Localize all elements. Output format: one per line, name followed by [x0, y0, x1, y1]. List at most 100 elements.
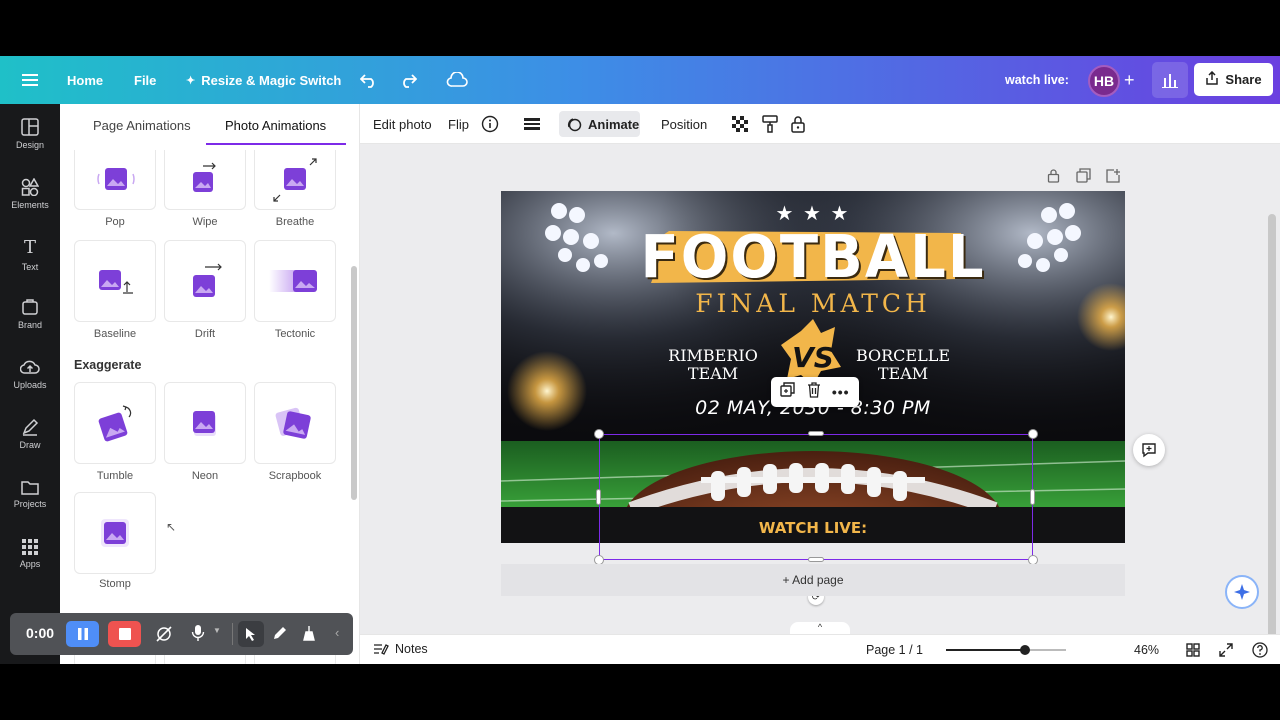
- undo-icon[interactable]: [360, 56, 378, 104]
- duplicate-page-icon[interactable]: [1076, 168, 1091, 188]
- file-menu[interactable]: File: [134, 56, 156, 104]
- anim-pop[interactable]: [74, 150, 156, 210]
- position-button[interactable]: Position: [661, 104, 707, 144]
- transparency-icon[interactable]: [732, 104, 748, 144]
- pointer-tool-button[interactable]: [238, 621, 264, 647]
- elements-icon: [21, 178, 39, 196]
- canva-editor: Home File ✦ Resize & Magic Switch watch …: [0, 56, 1280, 664]
- stop-button[interactable]: [108, 621, 141, 647]
- duplicate-element-icon[interactable]: [780, 381, 796, 403]
- rail-projects[interactable]: Projects: [0, 466, 60, 522]
- page-indicator[interactable]: Page 1 / 1: [866, 643, 923, 657]
- pop-animation-icon: [97, 167, 135, 190]
- eraser-tool-icon[interactable]: [302, 625, 318, 646]
- magic-assistant-icon[interactable]: [1225, 575, 1259, 609]
- versus-label: VS: [792, 341, 834, 374]
- anim-breathe[interactable]: [254, 150, 336, 210]
- zoom-slider-fill: [946, 649, 1025, 651]
- resize-handle-right[interactable]: [1030, 489, 1035, 505]
- apps-icon: [22, 539, 38, 555]
- anim-breathe-label: Breathe: [275, 216, 315, 228]
- rail-apps-label: Apps: [19, 559, 41, 569]
- camera-off-icon[interactable]: [155, 625, 173, 648]
- mic-dropdown-icon[interactable]: ▼: [213, 626, 221, 635]
- home-button[interactable]: Home: [67, 56, 103, 104]
- rail-text[interactable]: T Text: [0, 226, 60, 282]
- add-page-icon[interactable]: [1106, 168, 1121, 188]
- avatar[interactable]: HB: [1088, 65, 1120, 97]
- cloud-saved-icon[interactable]: [446, 56, 468, 104]
- anim-tectonic[interactable]: [254, 240, 336, 322]
- rail-uploads[interactable]: Uploads: [0, 346, 60, 402]
- zoom-level[interactable]: 46%: [1134, 643, 1159, 657]
- resize-handle-top[interactable]: [808, 431, 824, 436]
- add-collaborator-icon[interactable]: +: [1124, 56, 1135, 104]
- add-comment-icon[interactable]: [1133, 434, 1165, 466]
- screen-recorder: 0:00 ▼ ‹: [10, 613, 353, 655]
- rail-brand[interactable]: Brand: [0, 286, 60, 342]
- animate-button[interactable]: [559, 111, 640, 137]
- context-toolbar: Edit photo Flip Animate Position: [360, 104, 1280, 144]
- anim-tumble[interactable]: [74, 382, 156, 464]
- resize-handle-tl[interactable]: [594, 429, 604, 439]
- rail-draw[interactable]: Draw: [0, 406, 60, 462]
- team-left-name: RIMBERIO: [668, 346, 758, 365]
- anim-drift[interactable]: [164, 240, 246, 322]
- anim-wipe[interactable]: [164, 150, 246, 210]
- show-pages-chevron-icon[interactable]: ^: [790, 622, 850, 634]
- anim-neon-label: Neon: [191, 470, 219, 482]
- insights-icon[interactable]: [1152, 62, 1188, 98]
- info-icon[interactable]: [481, 104, 499, 144]
- team-right-suffix: TEAM: [877, 364, 929, 383]
- pause-button[interactable]: [66, 621, 99, 647]
- notes-icon: [374, 644, 389, 655]
- anim-baseline[interactable]: [74, 240, 156, 322]
- anim-neon[interactable]: [164, 382, 246, 464]
- redo-icon[interactable]: [399, 56, 417, 104]
- stop-icon: [118, 628, 131, 640]
- notes-label: Notes: [395, 642, 428, 656]
- resize-handle-bottom[interactable]: [808, 557, 824, 562]
- wipe-animation-icon: [193, 162, 216, 192]
- share-button[interactable]: Share: [1194, 63, 1273, 96]
- microphone-icon[interactable]: [191, 624, 205, 647]
- rail-apps[interactable]: Apps: [0, 526, 60, 582]
- rail-design[interactable]: Design: [0, 106, 60, 162]
- lock-icon[interactable]: [790, 104, 806, 144]
- menu-icon[interactable]: [22, 56, 38, 104]
- anim-baseline-label: Baseline: [93, 328, 137, 340]
- design-title[interactable]: watch live:: [1005, 56, 1069, 104]
- fullscreen-icon[interactable]: [1219, 643, 1233, 660]
- flip-button[interactable]: Flip: [448, 104, 469, 144]
- border-style-icon[interactable]: [524, 104, 540, 144]
- copy-style-icon[interactable]: [762, 104, 778, 144]
- notes-button[interactable]: Notes: [373, 642, 428, 656]
- mouse-cursor-icon: ↖: [166, 520, 177, 534]
- pause-icon: [77, 628, 88, 640]
- anim-stomp[interactable]: [74, 492, 156, 574]
- bottom-bar: Notes Page 1 / 1 46%: [360, 634, 1280, 664]
- selected-image-outline[interactable]: [599, 434, 1033, 560]
- pen-tool-icon[interactable]: [272, 625, 288, 646]
- panel-scrollbar[interactable]: [351, 266, 357, 500]
- anim-scrapbook[interactable]: [254, 382, 336, 464]
- page-lock-icon[interactable]: [1047, 168, 1060, 188]
- resize-handle-left[interactable]: [596, 489, 601, 505]
- canvas-scrollbar[interactable]: [1268, 214, 1276, 638]
- rail-draw-label: Draw: [19, 440, 41, 450]
- resize-button[interactable]: ✦ Resize & Magic Switch: [186, 56, 341, 104]
- collapse-recorder-icon[interactable]: ‹: [335, 625, 339, 640]
- more-options-icon[interactable]: •••: [832, 384, 850, 400]
- rail-elements[interactable]: Elements: [0, 166, 60, 222]
- projects-icon: [21, 481, 39, 495]
- delete-element-icon[interactable]: [807, 381, 821, 403]
- grid-view-icon[interactable]: [1186, 643, 1200, 660]
- tab-photo-animations[interactable]: Photo Animations: [225, 118, 326, 133]
- zoom-slider-knob[interactable]: [1020, 645, 1030, 655]
- add-page-button[interactable]: + Add page: [501, 564, 1125, 596]
- edit-photo-button[interactable]: Edit photo: [373, 104, 432, 144]
- tab-page-animations[interactable]: Page Animations: [93, 118, 191, 133]
- resize-handle-tr[interactable]: [1028, 429, 1038, 439]
- zoom-slider[interactable]: [946, 645, 1066, 655]
- help-icon[interactable]: [1252, 642, 1268, 661]
